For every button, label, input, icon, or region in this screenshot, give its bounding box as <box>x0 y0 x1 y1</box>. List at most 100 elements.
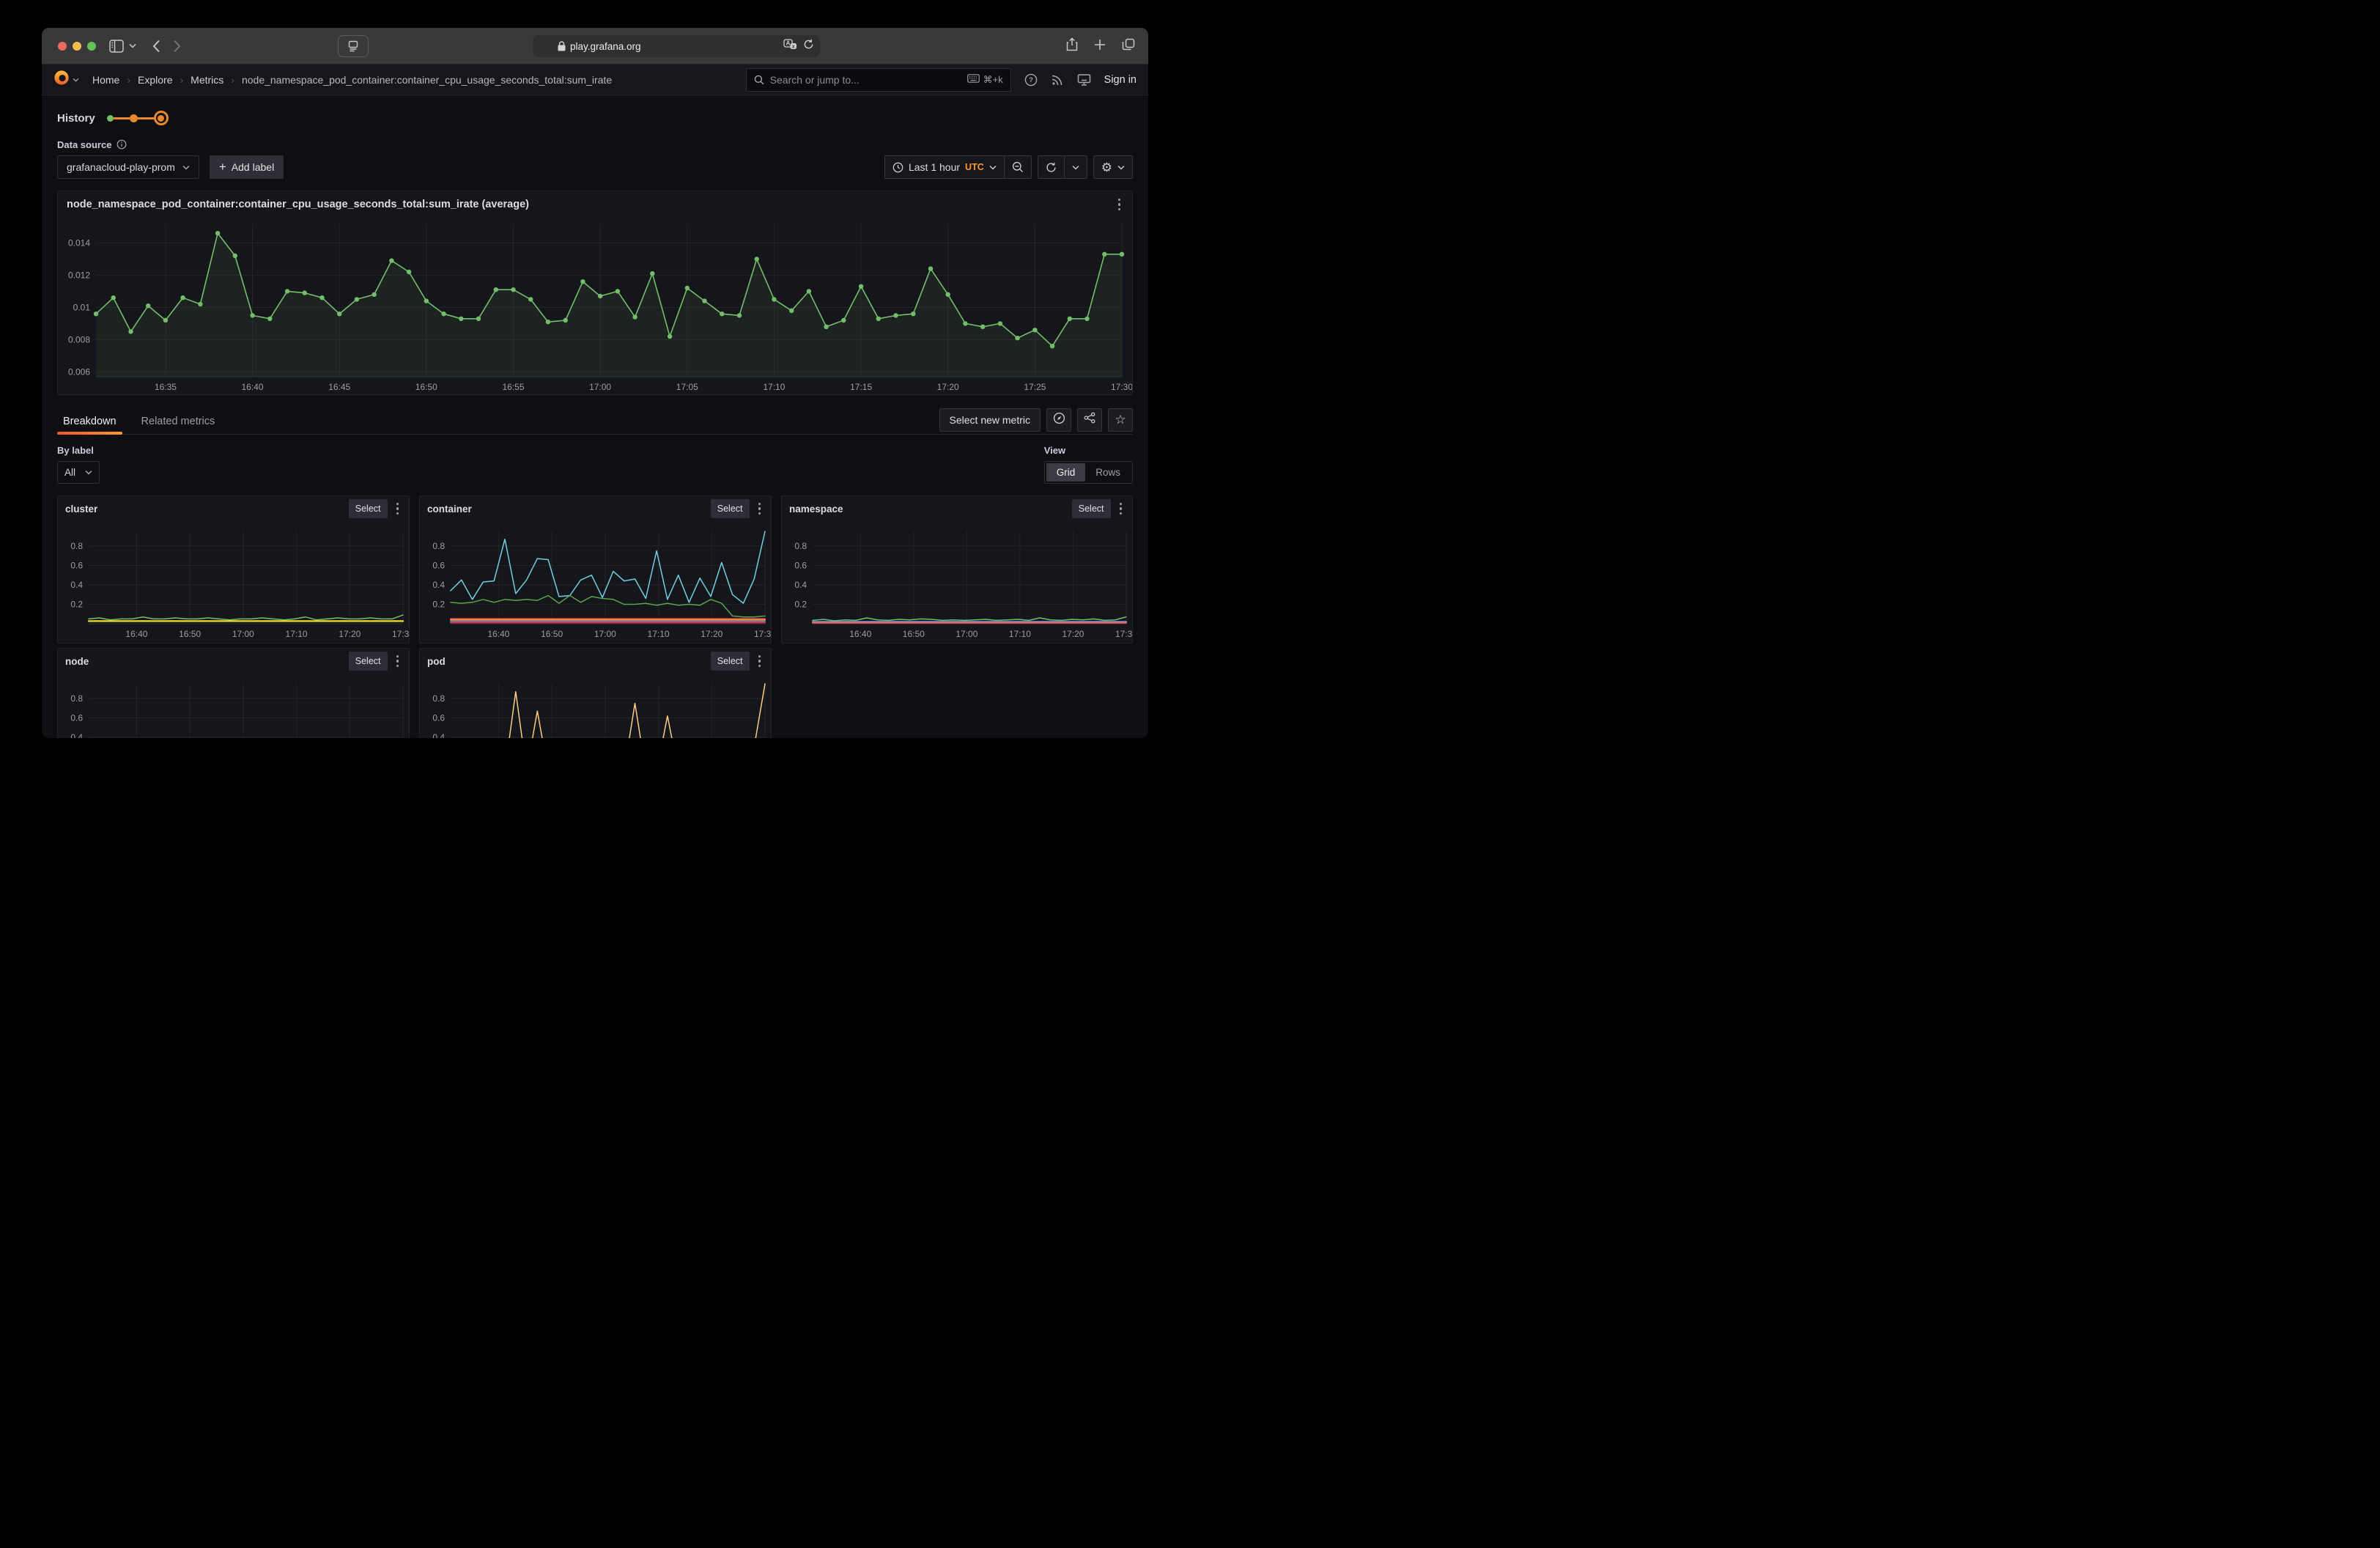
screenshot-canvas: play.grafana.org A x <box>0 0 1190 774</box>
star-icon: ☆ <box>1115 413 1126 426</box>
svg-text:16:45: 16:45 <box>328 382 350 392</box>
translate-icon[interactable]: A x <box>783 39 797 54</box>
svg-text:17:30: 17:30 <box>1115 629 1132 639</box>
add-label-button[interactable]: + Add label <box>210 155 284 179</box>
breadcrumb-metrics[interactable]: Metrics <box>191 74 223 86</box>
svg-text:16:40: 16:40 <box>487 629 509 639</box>
svg-text:17:20: 17:20 <box>701 629 722 639</box>
panel-namespace: namespace Select 0.20.40.60.816:4016:501… <box>781 495 1133 644</box>
view-label: View <box>1044 445 1065 458</box>
select-new-metric-button[interactable]: Select new metric <box>939 408 1041 432</box>
svg-text:0.8: 0.8 <box>70 693 83 704</box>
panel-menu-icon[interactable] <box>393 500 402 518</box>
sign-in-link[interactable]: Sign in <box>1104 74 1137 86</box>
select-label-button[interactable]: Select <box>711 499 750 518</box>
refresh-interval-dropdown[interactable] <box>1065 156 1087 178</box>
reload-icon[interactable] <box>803 39 814 54</box>
svg-text:0.4: 0.4 <box>432 732 445 738</box>
svg-text:16:40: 16:40 <box>125 629 147 639</box>
share-button[interactable] <box>1077 408 1102 432</box>
sidebar-chevron-icon[interactable] <box>122 36 143 56</box>
select-label-button[interactable]: Select <box>349 499 388 518</box>
back-icon[interactable] <box>146 36 166 56</box>
select-label-button[interactable]: Select <box>1072 499 1111 518</box>
help-icon[interactable]: ? <box>1024 73 1038 86</box>
minimize-window-button[interactable] <box>73 42 81 51</box>
share-alt-icon <box>1084 412 1095 427</box>
svg-text:0.008: 0.008 <box>68 334 90 344</box>
tab-related-metrics[interactable]: Related metrics <box>136 408 221 434</box>
timezone-label: UTC <box>965 162 984 172</box>
chevron-down-icon <box>182 165 190 170</box>
panel-menu-icon[interactable] <box>1117 500 1126 518</box>
label-panel-chart[interactable]: 0.20.40.60.816:4016:5017:0017:1017:2017:… <box>782 521 1132 643</box>
breakdown-tabs: Breakdown Related metrics Select new met… <box>57 408 1133 435</box>
panel-pod: pod Select 0.20.40.60.816:4016:5017:0017… <box>419 648 772 738</box>
label-panel-chart[interactable]: 0.20.40.60.816:4016:5017:0017:1017:2017:… <box>58 674 409 738</box>
info-icon[interactable] <box>117 139 127 150</box>
panel-menu-icon[interactable] <box>755 500 764 518</box>
history-timeline[interactable] <box>107 111 169 125</box>
settings-button[interactable]: ⚙ <box>1094 156 1132 178</box>
screen-icon[interactable] <box>1077 73 1091 86</box>
explain-button[interactable] <box>1046 408 1071 432</box>
svg-text:17:30: 17:30 <box>392 629 409 639</box>
tab-breakdown[interactable]: Breakdown <box>57 408 122 434</box>
browser-toolbar: play.grafana.org A x <box>42 28 1148 64</box>
label-panel-chart[interactable]: 0.20.40.60.816:4016:5017:0017:1017:2017:… <box>58 521 409 643</box>
svg-text:0.01: 0.01 <box>73 302 91 312</box>
svg-text:17:00: 17:00 <box>956 629 978 639</box>
svg-text:0.012: 0.012 <box>68 270 90 280</box>
svg-text:17:10: 17:10 <box>648 629 670 639</box>
label-panel-chart[interactable]: 0.20.40.60.816:4016:5017:0017:1017:2017:… <box>420 521 771 643</box>
select-label-button[interactable]: Select <box>349 652 388 671</box>
main-metric-panel: node_namespace_pod_container:container_c… <box>57 191 1133 395</box>
svg-text:0.4: 0.4 <box>70 732 83 738</box>
time-range-picker[interactable]: Last 1 hour UTC <box>885 156 1004 178</box>
svg-text:16:55: 16:55 <box>503 382 525 392</box>
svg-text:16:40: 16:40 <box>241 382 263 392</box>
svg-text:16:50: 16:50 <box>415 382 437 392</box>
svg-text:0.6: 0.6 <box>70 560 83 570</box>
breadcrumb-explore[interactable]: Explore <box>138 74 172 86</box>
page-settings-icon[interactable] <box>338 35 369 57</box>
close-window-button[interactable] <box>58 42 67 51</box>
by-label-label: By label <box>57 445 100 458</box>
share-icon[interactable] <box>1066 37 1078 55</box>
label-panel-title: namespace <box>789 504 843 515</box>
url-text: play.grafana.org <box>570 41 641 52</box>
breadcrumb-home[interactable]: Home <box>92 74 119 86</box>
grafana-app: Home › Explore › Metrics › node_namespac… <box>42 64 1148 738</box>
org-switcher-chevron-icon[interactable] <box>73 78 79 82</box>
panel-menu-icon[interactable] <box>1115 196 1124 214</box>
address-bar[interactable]: play.grafana.org A x <box>533 35 820 57</box>
svg-text:0.8: 0.8 <box>432 693 445 704</box>
zoom-window-button[interactable] <box>87 42 96 51</box>
forward-icon[interactable] <box>166 36 187 56</box>
zoom-out-icon <box>1012 161 1024 173</box>
svg-text:17:00: 17:00 <box>232 629 254 639</box>
panel-menu-icon[interactable] <box>755 652 764 671</box>
bookmark-button[interactable]: ☆ <box>1108 408 1133 432</box>
news-icon[interactable] <box>1051 73 1064 86</box>
panel-menu-icon[interactable] <box>393 652 402 671</box>
view-option-rows[interactable]: Rows <box>1085 463 1131 482</box>
view-option-grid[interactable]: Grid <box>1046 463 1086 482</box>
tab-overview-icon[interactable] <box>1122 38 1135 54</box>
grafana-logo[interactable] <box>53 70 70 89</box>
svg-text:16:50: 16:50 <box>541 629 563 639</box>
by-label-select[interactable]: All <box>57 461 100 484</box>
panel-title: node_namespace_pod_container:container_c… <box>67 199 529 210</box>
zoom-out-button[interactable] <box>1005 156 1031 178</box>
search-input[interactable]: Search or jump to... ⌘+k <box>746 68 1011 92</box>
label-panel-chart[interactable]: 0.20.40.60.816:4016:5017:0017:1017:2017:… <box>420 674 771 738</box>
history-step-icon[interactable] <box>107 115 114 122</box>
main-metric-chart[interactable]: 0.0060.0080.010.0120.01416:3516:4016:451… <box>58 218 1132 396</box>
history-current-step-icon[interactable] <box>154 111 169 125</box>
new-tab-icon[interactable] <box>1094 39 1106 54</box>
breakdown-controls: By label All View Grid Rows <box>57 445 1133 484</box>
refresh-button[interactable] <box>1038 156 1064 178</box>
history-step-icon[interactable] <box>130 114 138 122</box>
select-label-button[interactable]: Select <box>711 652 750 671</box>
datasource-picker[interactable]: grafanacloud-play-prom <box>57 155 199 179</box>
